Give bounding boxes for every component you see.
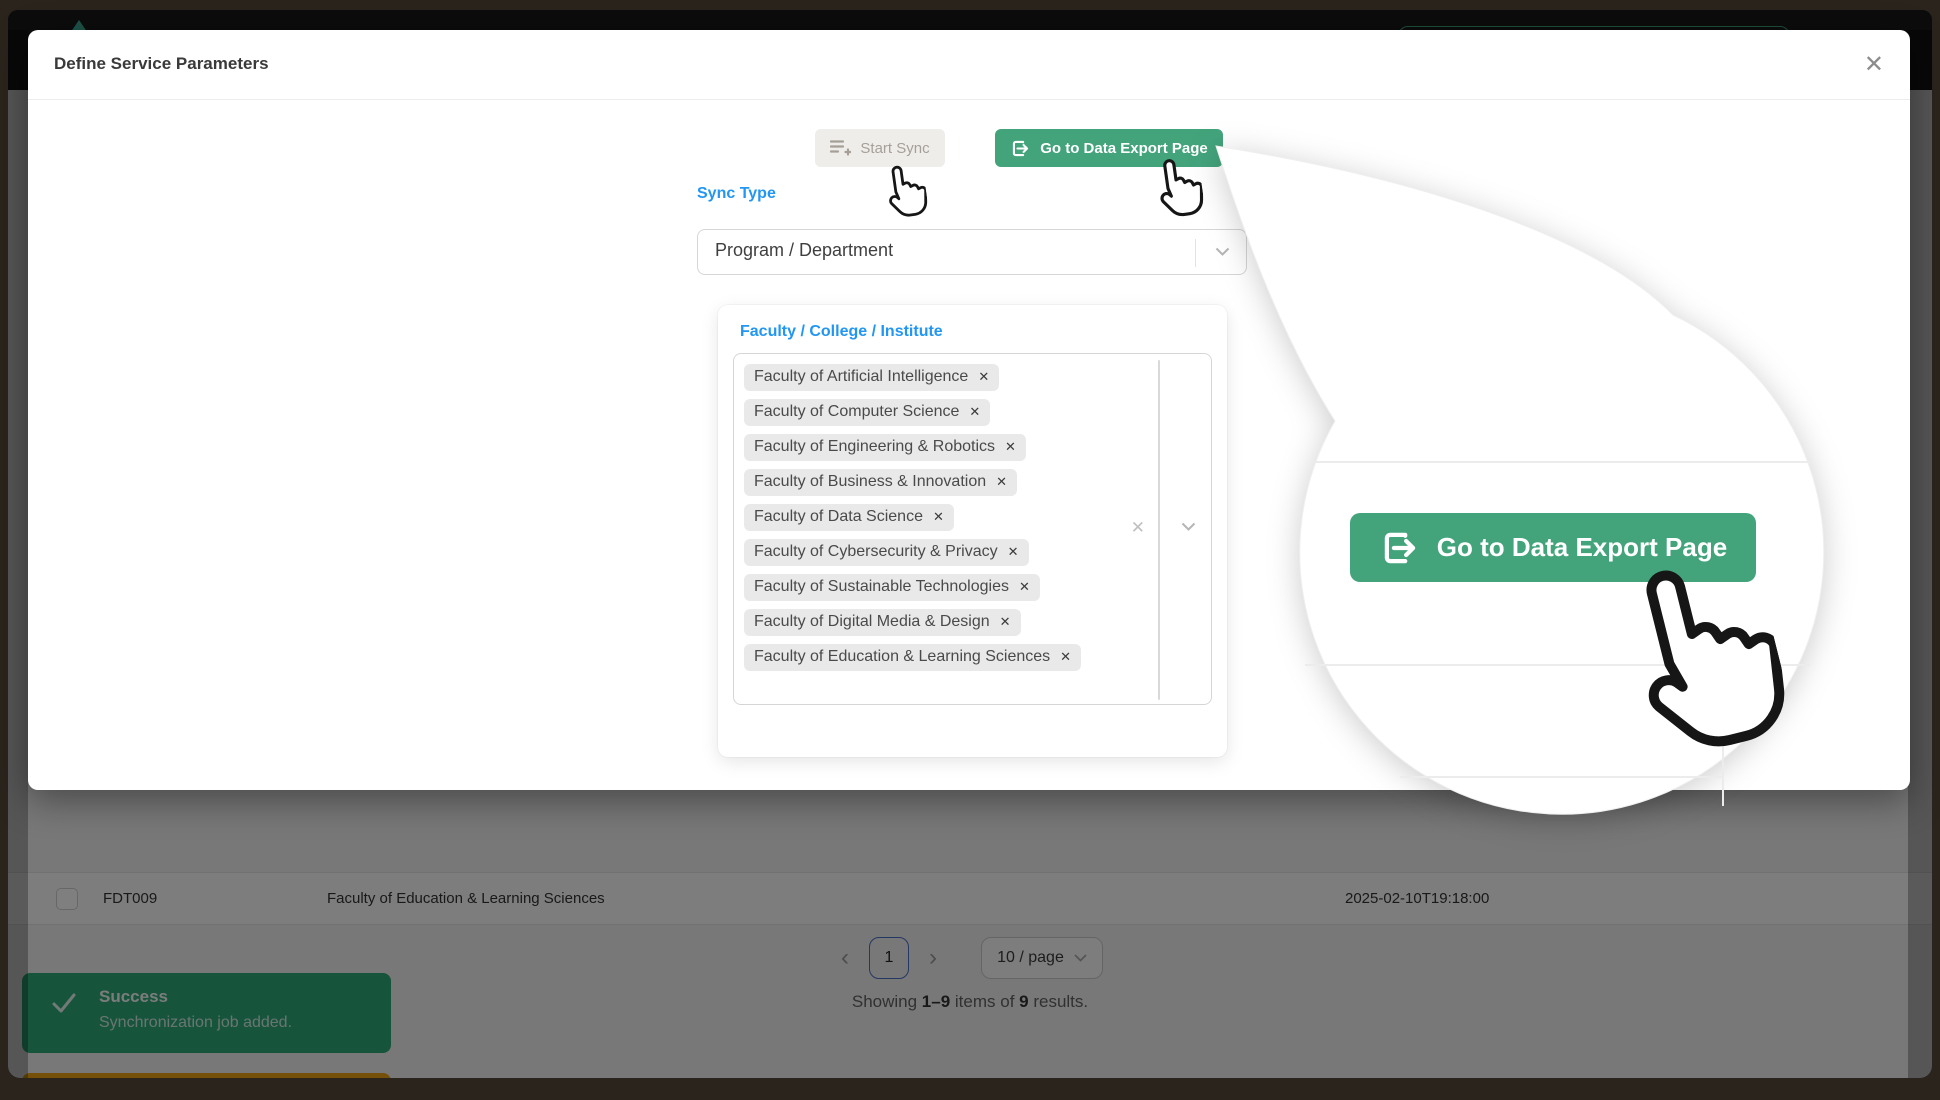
dialog-title: Define Service Parameters [54,54,269,74]
tag-remove-icon[interactable]: ✕ [969,404,980,420]
magnified-export-button: Go to Data Export Page [1350,513,1756,582]
select-divider [1195,239,1196,267]
tag-label: Faculty of Computer Science [754,403,959,421]
chevron-down-icon [1215,247,1230,256]
faculty-label: Faculty / College / Institute [740,323,943,341]
selected-tag: Faculty of Business & Innovation ✕ [744,469,1017,496]
sync-type-label: Sync Type [697,185,776,203]
tag-remove-icon[interactable]: ✕ [1060,649,1071,665]
tag-label: Faculty of Artificial Intelligence [754,368,968,386]
sync-type-select[interactable]: Program / Department [697,229,1247,275]
tag-remove-icon[interactable]: ✕ [996,474,1007,490]
sync-type-value: Program / Department [715,240,893,261]
selected-tag: Faculty of Data Science ✕ [744,504,954,531]
tag-label: Faculty of Data Science [754,508,923,526]
selected-tags: Faculty of Artificial Intelligence ✕ Facu… [744,364,1081,671]
go-to-data-export-button[interactable]: Go to Data Export Page [995,129,1223,167]
chevron-down-icon [1181,522,1196,531]
start-sync-button[interactable]: Start Sync [815,129,945,167]
scrollbar[interactable] [1158,360,1160,700]
selected-tag: Faculty of Cybersecurity & Privacy ✕ [744,539,1029,566]
selected-tag: Faculty of Sustainable Technologies ✕ [744,574,1040,601]
export-button-label: Go to Data Export Page [1040,140,1208,157]
magnified-export-label: Go to Data Export Page [1437,532,1727,563]
tag-remove-icon[interactable]: ✕ [978,369,989,385]
tag-label: Faculty of Education & Learning Sciences [754,648,1050,666]
start-sync-label: Start Sync [860,140,929,157]
tag-remove-icon[interactable]: ✕ [933,509,944,525]
backdrop-tint-left [8,30,28,1078]
selected-tag: Faculty of Engineering & Robotics ✕ [744,434,1026,461]
dialog-header: Define Service Parameters ✕ [28,30,1910,100]
define-service-parameters-dialog: Define Service Parameters ✕ Start Sync G… [28,30,1910,790]
tag-label: Faculty of Sustainable Technologies [754,578,1009,596]
clear-selection-icon[interactable]: ✕ [1131,518,1145,538]
list-add-icon [830,139,851,157]
selected-tag: Faculty of Education & Learning Sciences… [744,644,1081,671]
selected-tag: Faculty of Artificial Intelligence ✕ [744,364,999,391]
export-icon [1379,527,1421,569]
selected-tag: Faculty of Computer Science ✕ [744,399,990,426]
backdrop-tint-right [1908,30,1932,1078]
tag-label: Faculty of Business & Innovation [754,473,986,491]
tag-remove-icon[interactable]: ✕ [1019,579,1030,595]
tag-label: Faculty of Engineering & Robotics [754,438,995,456]
selected-tag: Faculty of Digital Media & Design ✕ [744,609,1021,636]
export-icon [1010,138,1031,159]
close-icon[interactable]: ✕ [1864,50,1884,79]
tag-remove-icon[interactable]: ✕ [1000,614,1011,630]
tag-remove-icon[interactable]: ✕ [1008,544,1019,560]
tag-label: Faculty of Cybersecurity & Privacy [754,543,998,561]
tag-label: Faculty of Digital Media & Design [754,613,990,631]
faculty-card: Faculty / College / Institute Faculty of… [718,305,1227,757]
faculty-multiselect[interactable]: Faculty of Artificial Intelligence ✕ Facu… [733,353,1212,705]
tag-remove-icon[interactable]: ✕ [1005,439,1016,455]
